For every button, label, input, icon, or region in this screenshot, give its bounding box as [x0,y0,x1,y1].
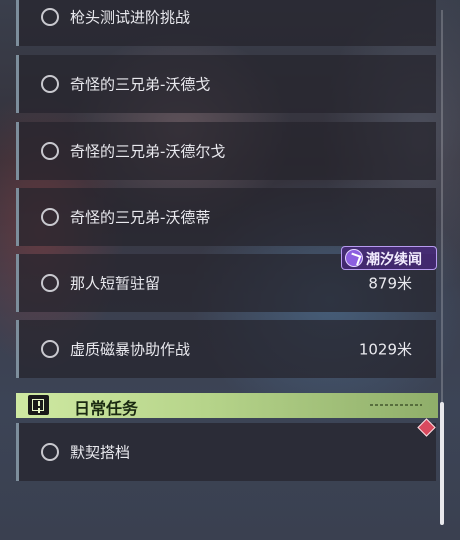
quest-status-circle-icon [41,340,59,358]
quest-status-circle-icon [41,274,59,292]
quest-label: 那人短暂驻留 [70,274,161,293]
quest-row[interactable]: 奇怪的三兄弟-沃德尔戈 [16,122,436,180]
quest-label: 奇怪的三兄弟-沃德戈 [70,75,211,94]
quest-list-panel: 枪头测试进阶挑战 奇怪的三兄弟-沃德戈 奇怪的三兄弟-沃德尔戈 奇怪的三兄弟-沃… [0,0,460,540]
quest-row[interactable]: 奇怪的三兄弟-沃德蒂 [16,188,436,246]
daily-quests-title: 日常任务 [74,399,139,418]
quest-label: 默契搭档 [70,443,131,462]
quest-label: 奇怪的三兄弟-沃德蒂 [70,208,211,227]
quest-status-circle-icon [41,443,59,461]
scrollbar-thumb[interactable] [440,402,444,525]
tidal-event-icon [345,249,363,267]
quest-label: 枪头测试进阶挑战 [70,8,191,27]
quest-row[interactable]: 虚质磁暴协助作战 1029米 [16,320,436,378]
daily-quests-header[interactable]: 日常任务 [16,393,438,418]
quest-label: 虚质磁暴协助作战 [70,340,191,359]
quest-status-circle-icon [41,8,59,26]
quest-label: 奇怪的三兄弟-沃德尔戈 [70,142,226,161]
header-decoration [370,404,422,406]
exclamation-icon [28,395,49,415]
quest-row[interactable]: 枪头测试进阶挑战 [16,0,436,46]
quest-status-circle-icon [41,142,59,160]
quest-row[interactable]: 默契搭档 [16,423,436,481]
quest-status-circle-icon [41,208,59,226]
tidal-event-badge[interactable]: 潮汐续闻 [341,246,437,270]
quest-status-circle-icon [41,75,59,93]
quest-distance: 1029米 [358,340,412,359]
tidal-event-label: 潮汐续闻 [366,252,422,268]
quest-row[interactable]: 奇怪的三兄弟-沃德戈 [16,55,436,113]
quest-distance: 879米 [368,274,412,293]
